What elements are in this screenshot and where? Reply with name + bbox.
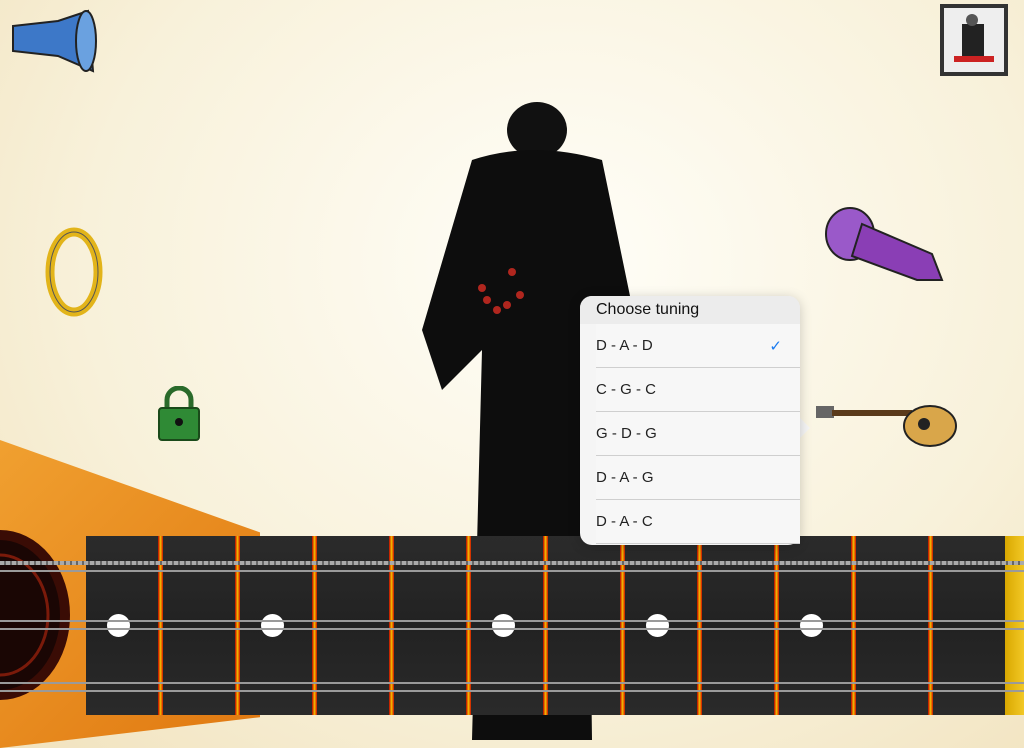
fret-marker-dot	[261, 614, 284, 637]
tuning-option-label: D - A - G	[596, 469, 654, 486]
string-1[interactable]	[0, 561, 1024, 565]
darbuka-drum-icon[interactable]	[822, 204, 950, 284]
string-3[interactable]	[0, 620, 1024, 622]
fret-marker-dot	[492, 614, 515, 637]
tuning-option[interactable]: D - A - G	[596, 456, 800, 500]
fret-marker-dot	[107, 614, 130, 637]
string-6[interactable]	[0, 690, 1024, 692]
checkmark-icon: ✓	[769, 337, 782, 355]
tuning-option-label: C - G - C	[596, 381, 656, 398]
string-5[interactable]	[0, 682, 1024, 684]
string-2[interactable]	[0, 570, 1024, 572]
popover-title: Choose tuning	[580, 296, 800, 324]
tuning-option[interactable]: D - A - D ✓	[596, 324, 800, 368]
mandolin-icon[interactable]	[812, 396, 960, 452]
tuning-option[interactable]: C - G - C	[596, 368, 800, 412]
megaphone-icon[interactable]	[8, 6, 100, 76]
tuning-option-label: G - D - G	[596, 425, 657, 442]
tuning-option[interactable]: D - A - C	[596, 500, 800, 544]
fret-marker-dot	[646, 614, 669, 637]
string-4[interactable]	[0, 628, 1024, 630]
framed-picture-icon[interactable]	[940, 4, 1008, 76]
sound-hole-rosette	[0, 530, 70, 700]
tuning-option[interactable]: G - D - G	[596, 412, 800, 456]
tuning-option-label: D - A - C	[596, 513, 653, 530]
tambourine-icon[interactable]	[44, 226, 104, 318]
tuning-popover: Choose tuning D - A - D ✓ C - G - C G - D -…	[580, 296, 800, 545]
lock-icon[interactable]	[155, 386, 203, 442]
fret-marker-dot	[800, 614, 823, 637]
tuning-option-label: D - A - D	[596, 337, 653, 354]
